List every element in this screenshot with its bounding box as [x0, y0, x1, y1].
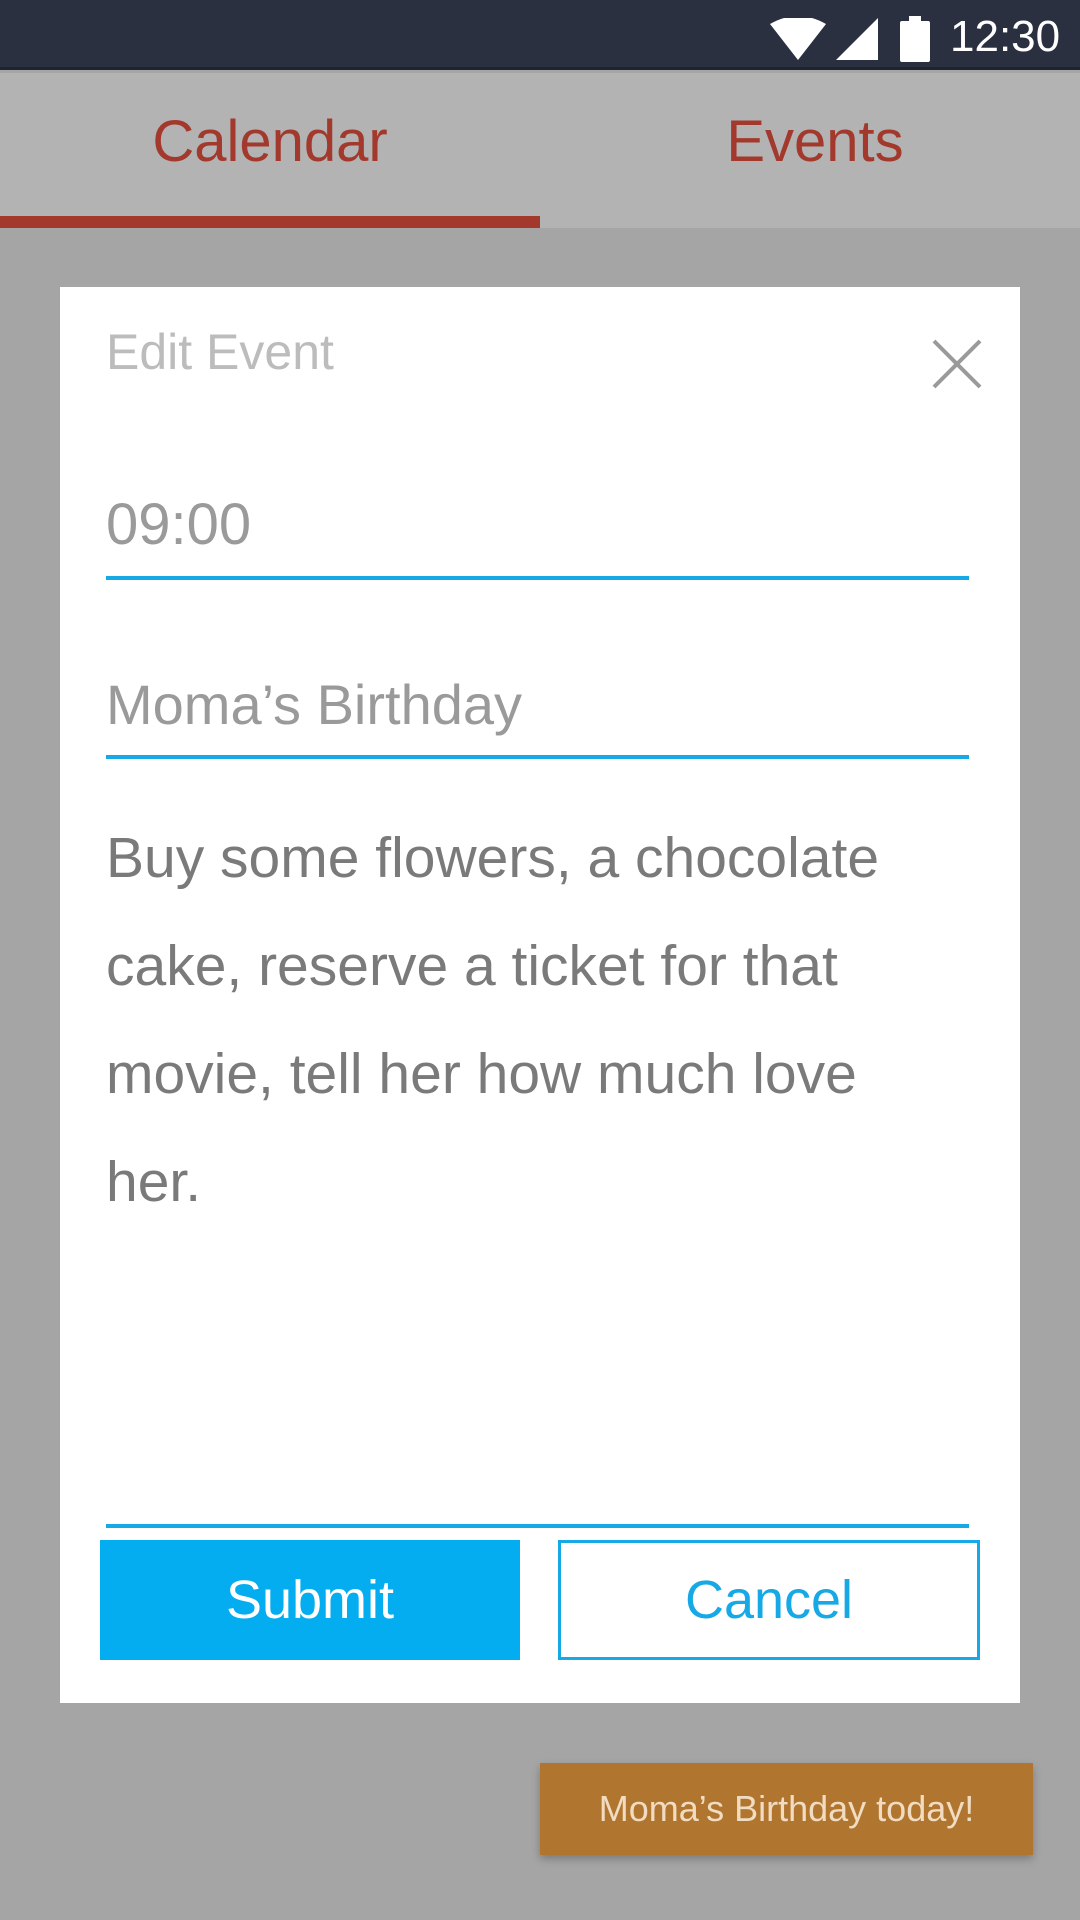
status-bar-clock: 12:30 [950, 12, 1061, 61]
submit-button[interactable]: Submit [100, 1540, 520, 1660]
time-input[interactable]: 09:00 [106, 432, 969, 580]
submit-button-label: Submit [225, 1570, 395, 1630]
close-icon [932, 339, 982, 389]
cancel-button[interactable]: Cancel [558, 1540, 980, 1660]
close-button[interactable] [920, 327, 990, 397]
event-title-input[interactable]: Moma’s Birthday [106, 617, 969, 759]
event-title-input-value: Moma’s Birthday [106, 673, 523, 736]
toast-message: Moma’s Birthday today! [598, 1788, 975, 1829]
tab-events[interactable]: Events [540, 73, 1080, 228]
tab-calendar-label: Calendar [152, 109, 388, 174]
tab-bar: Calendar Events [0, 73, 1080, 228]
time-input-value: 09:00 [106, 492, 252, 557]
dialog-title: Edit Event [106, 324, 334, 380]
tab-selected-indicator [0, 216, 540, 228]
event-notes-textarea[interactable]: Buy some flowers, a chocolate cake, rese… [106, 804, 969, 1528]
edit-event-dialog: Edit Event 09:00 Moma’s Birthday Buy som… [60, 287, 1020, 1703]
tab-events-label: Events [726, 109, 904, 174]
status-bar: 12:30 [0, 0, 1080, 70]
cancel-button-label: Cancel [684, 1570, 854, 1630]
tab-calendar[interactable]: Calendar [0, 73, 540, 228]
battery-icon [900, 16, 930, 62]
toast-notification[interactable]: Moma’s Birthday today! [540, 1763, 1033, 1855]
signal-icon [836, 18, 878, 60]
wifi-icon [770, 18, 826, 60]
event-notes-value: Buy some flowers, a chocolate cake, rese… [106, 826, 880, 1214]
